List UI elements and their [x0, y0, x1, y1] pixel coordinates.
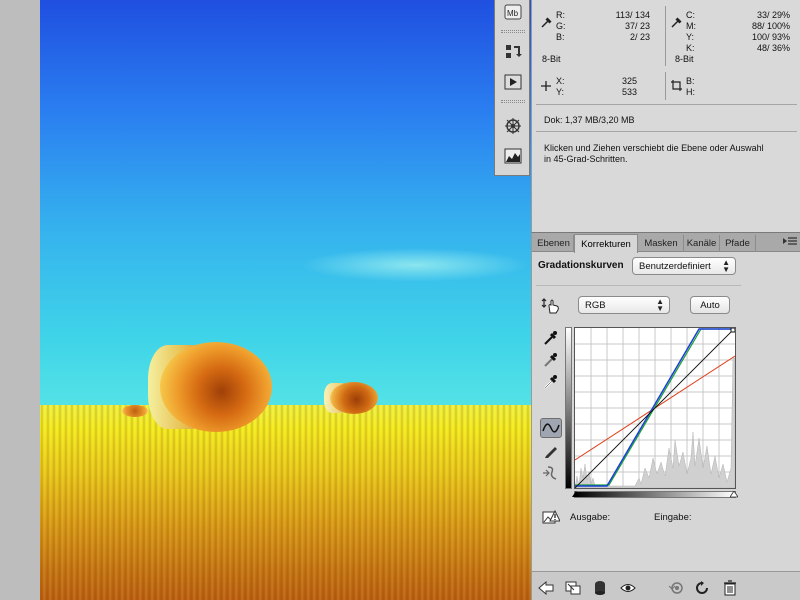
- output-label: Ausgabe:: [570, 512, 611, 523]
- panel-menu-icon[interactable]: [783, 236, 797, 248]
- info-k-label: K:: [686, 43, 695, 53]
- info-separator: [536, 131, 797, 132]
- cloud: [300, 248, 530, 282]
- info-height-label: H:: [686, 87, 695, 97]
- pencil-draw-icon[interactable]: [540, 441, 562, 461]
- on-image-adjust-icon[interactable]: [540, 296, 562, 316]
- curve-point-tool-icon[interactable]: [540, 418, 562, 438]
- channel-dropdown[interactable]: RGB ▲ ▼: [578, 296, 670, 314]
- info-m-label: M:: [686, 21, 696, 31]
- trash-icon[interactable]: [722, 580, 738, 596]
- panel-icon-strip: Mb: [494, 0, 530, 176]
- preset-dropdown-value: Benutzerdefiniert: [639, 260, 711, 272]
- black-point-slider[interactable]: [572, 491, 580, 501]
- reset-icon[interactable]: [694, 580, 710, 596]
- info-y-value: 533: [621, 87, 637, 97]
- tab-korrekturen[interactable]: Korrekturen: [574, 234, 638, 253]
- clip-to-layer-icon[interactable]: [592, 580, 608, 596]
- output-gradient-bar: [565, 327, 572, 489]
- info-b-value: 2/ 23: [629, 32, 650, 42]
- info-b-label: B:: [556, 32, 565, 42]
- visibility-eye-icon[interactable]: [620, 580, 636, 596]
- svg-text:Mb: Mb: [507, 9, 519, 18]
- info-width-label: B:: [686, 76, 695, 86]
- white-point-slider[interactable]: [729, 490, 739, 501]
- panel-tabbar: Ebenen Korrekturen Masken Kanäle Pfade: [532, 233, 800, 253]
- strip-separator: [501, 30, 525, 33]
- preset-dropdown[interactable]: Benutzerdefiniert ▲ ▼: [632, 257, 736, 275]
- info-y-value: 100/ 93%: [751, 32, 790, 42]
- info-g-value: 37/ 23: [624, 21, 650, 31]
- black-point-eyedropper-icon[interactable]: [540, 328, 562, 348]
- info-g-label: G:: [556, 21, 566, 31]
- tab-masken[interactable]: Masken: [639, 235, 684, 252]
- hay-bale-large: [160, 342, 272, 432]
- info-hint-2: in 45-Grad-Schritten.: [544, 154, 628, 164]
- hay-bale-small: [330, 382, 378, 414]
- previous-state-icon[interactable]: [668, 580, 684, 596]
- eyedropper-icon: [671, 17, 682, 28]
- back-arrow-icon[interactable]: [538, 580, 554, 596]
- info-hint: Klicken und Ziehen verschiebt die Ebene …: [544, 143, 764, 153]
- canvas-margin: [0, 0, 40, 600]
- dropdown-arrows-icon: ▲ ▼: [656, 297, 664, 313]
- channel-dropdown-value: RGB: [585, 299, 606, 311]
- input-gradient-bar: [574, 491, 736, 498]
- adjust-separator: [536, 285, 741, 286]
- info-bitdepth-right: 8-Bit: [675, 54, 694, 64]
- mb-icon[interactable]: Mb: [502, 2, 524, 22]
- info-m-value: 88/ 100%: [751, 21, 790, 31]
- info-panel: R: G: B: 113/ 134 37/ 23 2/ 23 8-Bit C: …: [531, 0, 800, 232]
- info-y-coord-label: Y:: [556, 87, 565, 97]
- auto-button[interactable]: Auto: [690, 296, 730, 314]
- info-bitdepth-left: 8-Bit: [542, 54, 561, 64]
- crosshair-icon: [541, 81, 551, 91]
- document-canvas[interactable]: [40, 0, 532, 600]
- curves-graph[interactable]: [574, 327, 736, 489]
- adjustment-title: Gradationskurven: [538, 260, 624, 271]
- info-separator: [536, 104, 797, 105]
- photoshop-window: Mb R: G: B: 113/ 134 37/ 23 2/ 23 8-Bit …: [0, 0, 800, 600]
- info-x-label: X:: [556, 76, 565, 86]
- selection-size-icon: [671, 80, 682, 91]
- navigator-icon[interactable]: [502, 116, 524, 136]
- panel-bottom-bar: [532, 571, 800, 600]
- dropdown-arrows-icon: ▲ ▼: [722, 258, 730, 274]
- curves-plot: [574, 327, 736, 489]
- info-c-label: C:: [686, 10, 695, 20]
- info-doc-size: Dok: 1,37 MB/3,20 MB: [544, 115, 635, 125]
- gray-point-eyedropper-icon[interactable]: [540, 350, 562, 370]
- info-divider: [665, 6, 666, 66]
- tab-ebenen[interactable]: Ebenen: [534, 235, 574, 252]
- info-r-value: 113/ 134: [615, 10, 650, 20]
- info-divider: [665, 72, 666, 100]
- field-texture: [40, 405, 532, 600]
- clone-source-icon[interactable]: [502, 42, 524, 62]
- curve-point: [730, 327, 736, 333]
- info-y-label: Y:: [686, 32, 695, 42]
- smooth-curve-icon[interactable]: [540, 463, 562, 483]
- expanded-view-icon[interactable]: [565, 580, 581, 596]
- adjustments-panel: Ebenen Korrekturen Masken Kanäle Pfade G…: [531, 232, 800, 600]
- info-k-value: 48/ 36%: [756, 43, 790, 53]
- clipping-warning-icon[interactable]: [540, 507, 562, 527]
- info-c-value: 33/ 29%: [756, 10, 790, 20]
- info-x-value: 325: [621, 76, 637, 86]
- eyedropper-icon: [541, 17, 552, 28]
- play-icon[interactable]: [502, 72, 524, 92]
- strip-separator: [501, 100, 525, 103]
- info-r-label: R:: [556, 10, 565, 20]
- tab-pfade[interactable]: Pfade: [720, 235, 756, 252]
- histogram-icon[interactable]: [502, 146, 524, 166]
- input-label: Eingabe:: [654, 512, 692, 523]
- tab-kanaele[interactable]: Kanäle: [684, 235, 720, 252]
- white-point-eyedropper-icon[interactable]: [540, 372, 562, 392]
- hay-bale-distant: [122, 405, 148, 417]
